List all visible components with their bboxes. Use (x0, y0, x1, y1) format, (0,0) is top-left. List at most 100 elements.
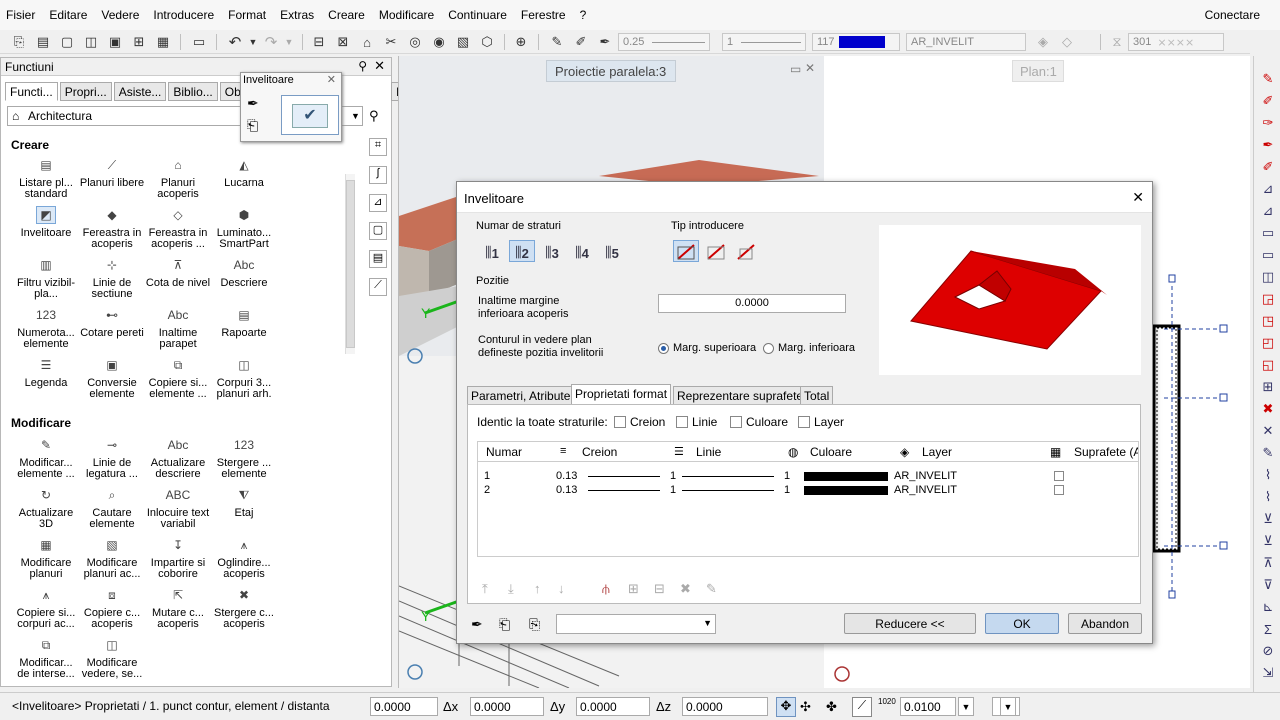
creare-item-8[interactable]: ▥ Filtru vizibil-pla... (13, 256, 79, 300)
search-icon[interactable]: ⚲ (369, 108, 379, 124)
modificare-item-14[interactable]: ⇱ Mutare c... acoperis (145, 586, 211, 630)
new-file-icon[interactable]: ⎘ (10, 33, 28, 51)
right-tool-8-icon[interactable]: ▭ (1259, 246, 1277, 264)
creare-item-18[interactable]: ⧉ Copiere si... elemente ... (145, 356, 211, 400)
move-down-icon[interactable]: ↓ (558, 581, 565, 596)
dialog-tab-0[interactable]: Parametri, Atribute (467, 386, 575, 405)
inaltime-input[interactable]: 0.0000 (658, 294, 846, 313)
dx-input[interactable]: 0.0000 (470, 697, 544, 716)
close-icon[interactable]: ✕ (327, 73, 336, 86)
move-top-icon[interactable]: ⤒ (482, 581, 488, 597)
layer-select[interactable]: AR_INVELIT (906, 33, 1026, 51)
format-props-icon[interactable]: ⎗ (499, 616, 510, 633)
menu-1[interactable]: Editare (49, 8, 87, 22)
right-tool-10-icon[interactable]: ◲ (1259, 290, 1277, 308)
right-tool-18-icon[interactable]: ⌇ (1259, 466, 1277, 484)
split-layer-icon[interactable]: ⊟ (654, 581, 665, 597)
modificare-item-13[interactable]: ⧈ Copiere c... acoperis (79, 586, 145, 630)
tip-intro-2-icon[interactable] (703, 240, 729, 262)
modificare-item-1[interactable]: ⊸ Linie de legatura ... (79, 436, 145, 480)
dimension-dropdown-icon[interactable]: ▼ (1000, 697, 1016, 716)
panel-tab-0[interactable]: Functi... (5, 82, 58, 101)
right-tool-16-icon[interactable]: ✕ (1259, 422, 1277, 440)
right-tool-21-icon[interactable]: ⊻ (1259, 532, 1277, 550)
right-tool-0-icon[interactable]: ✎ (1259, 70, 1277, 88)
cell-numar[interactable]: 1 (484, 470, 490, 482)
menu-4[interactable]: Format (228, 8, 266, 22)
modificare-item-12[interactable]: ⩚ Copiere si... corpuri ac... (13, 586, 79, 630)
menu-0[interactable]: Fisier (6, 8, 35, 22)
modificare-item-9[interactable]: ▧ Modificare planuri ac... (79, 536, 145, 580)
modificare-item-2[interactable]: Abc Actualizare descriere (145, 436, 211, 480)
strat-3-button[interactable]: ⫼ 3 (539, 240, 565, 262)
creare-item-11[interactable]: Abc Descriere (211, 256, 277, 289)
menu-6[interactable]: Creare (328, 8, 365, 22)
strat-1-button[interactable]: ⫼ 1 (479, 240, 505, 262)
pipette-icon[interactable]: ✒ (247, 95, 259, 112)
delete-layer-icon[interactable]: ✖ (680, 581, 691, 597)
side-tool-4-icon[interactable]: ▢ (369, 222, 387, 240)
modificare-item-8[interactable]: ▦ Modificare planuri (13, 536, 79, 580)
modificare-item-17[interactable]: ◫ Modificare vedere, se... (79, 636, 145, 680)
coord-input-1[interactable]: 0.0000 (370, 697, 438, 716)
right-tool-15-icon[interactable]: ✖ (1259, 400, 1277, 418)
creare-item-6[interactable]: ◇ Fereastra in acoperis ... (145, 206, 211, 250)
format-brush-icon[interactable]: ✎ (548, 33, 566, 51)
move-up-icon[interactable]: ↑ (534, 581, 541, 596)
panel-tab-3[interactable]: Biblio... (168, 82, 218, 101)
ok-button[interactable]: OK (985, 613, 1059, 634)
snap-dropdown-icon[interactable]: ▼ (958, 697, 974, 716)
combo-dropdown-icon[interactable]: ▼ (351, 106, 365, 126)
cell-numar[interactable]: 2 (484, 484, 490, 496)
creare-item-15[interactable]: ▤ Rapoarte (211, 306, 277, 339)
side-tool-6-icon[interactable]: ⟋ (369, 278, 387, 296)
checkbox-creion[interactable] (614, 416, 626, 428)
radio-marg-superioara[interactable] (658, 343, 669, 354)
menu-8[interactable]: Continuare (448, 8, 507, 22)
modificare-item-11[interactable]: ⩚ Oglindire... acoperis (211, 536, 277, 580)
creare-item-17[interactable]: ▣ Conversie elemente (79, 356, 145, 400)
surface-checkbox[interactable] (1054, 471, 1064, 481)
layer-tools-icon[interactable]: ◈ (1034, 33, 1052, 51)
folder-icon[interactable]: ◫ (82, 33, 100, 51)
creare-item-5[interactable]: ◆ Fereastra in acoperis (79, 206, 145, 250)
cell-culoare[interactable]: 1 (784, 470, 790, 482)
dialog-tab-2[interactable]: Reprezentare suprafete (673, 386, 808, 405)
creare-item-16[interactable]: ☰ Legenda (13, 356, 79, 389)
menu-5[interactable]: Extras (280, 8, 314, 22)
modificare-item-15[interactable]: ✖ Stergere c... acoperis (211, 586, 277, 630)
creare-item-2[interactable]: ⌂ Planuri acoperis (145, 156, 211, 200)
right-tool-12-icon[interactable]: ◰ (1259, 334, 1277, 352)
right-tool-17-icon[interactable]: ✎ (1259, 444, 1277, 462)
strat-4-button[interactable]: ⫼ 4 (569, 240, 595, 262)
panel-tab-2[interactable]: Asiste... (113, 82, 167, 101)
right-tool-7-icon[interactable]: ▭ (1259, 224, 1277, 242)
right-tool-14-icon[interactable]: ⊞ (1259, 378, 1277, 396)
layer-visibility-icon[interactable]: ◇ (1058, 33, 1076, 51)
right-tool-5-icon[interactable]: ⊿ (1259, 180, 1277, 198)
layout-icon[interactable]: ▭ (190, 33, 208, 51)
pin-icon[interactable]: ⚲ (358, 59, 367, 73)
right-tool-24-icon[interactable]: ⊾ (1259, 598, 1277, 616)
cell-creion[interactable]: 0.13 (556, 484, 577, 496)
tip-intro-1-icon[interactable] (673, 240, 699, 262)
format-props-icon[interactable]: ⎗ (247, 117, 258, 134)
snapshot-icon[interactable]: ▧ (454, 33, 472, 51)
strat-2-button[interactable]: ⫼ 2 (509, 240, 535, 262)
cell-creion[interactable]: 0.13 (556, 470, 577, 482)
right-tool-20-icon[interactable]: ⊻ (1259, 510, 1277, 528)
right-tool-23-icon[interactable]: ⊽ (1259, 576, 1277, 594)
cell-layer[interactable]: AR_INVELIT (894, 470, 957, 482)
right-tool-11-icon[interactable]: ◳ (1259, 312, 1277, 330)
stairs-icon[interactable]: ⊠ (334, 33, 352, 51)
pen-thickness-select[interactable]: 0.25 (618, 33, 710, 51)
checkbox-linie[interactable] (676, 416, 688, 428)
checkbox-culoare[interactable] (730, 416, 742, 428)
login-link[interactable]: Conectare (1205, 8, 1260, 22)
reducere-button[interactable]: Reducere << (844, 613, 976, 634)
radio-marg-inferioara[interactable] (763, 343, 774, 354)
print-icon[interactable]: ▦ (154, 33, 172, 51)
right-tool-9-icon[interactable]: ◫ (1259, 268, 1277, 286)
strat-5-button[interactable]: ⫼ 5 (599, 240, 625, 262)
right-tool-13-icon[interactable]: ◱ (1259, 356, 1277, 374)
